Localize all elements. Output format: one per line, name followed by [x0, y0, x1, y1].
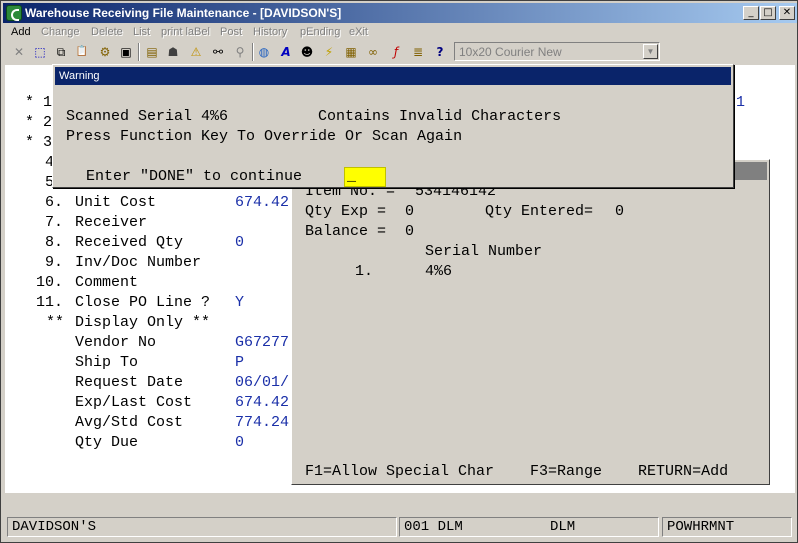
title-bar[interactable]: Warehouse Receiving File Maintenance - […	[3, 3, 797, 23]
menu-add[interactable]: Add	[11, 26, 31, 38]
copy-icon[interactable]: ⧉	[51, 42, 71, 62]
close-po-line-label: Close PO Line ?	[75, 294, 211, 311]
toolbar-separator	[138, 43, 140, 61]
menu-delete[interactable]: Delete	[91, 26, 123, 38]
search-icon[interactable]: ⚲	[230, 42, 250, 62]
field-number: 7.	[45, 214, 64, 231]
menu-history[interactable]: History	[253, 26, 287, 38]
close-button[interactable]: ✕	[779, 6, 795, 20]
warning-dialog: Warning Scanned Serial 4%6 Contains Inva…	[52, 64, 734, 188]
ship-to-label: Ship To	[75, 354, 139, 371]
select-icon[interactable]: ⬚	[30, 42, 50, 62]
paste-icon[interactable]: 📋	[72, 42, 92, 62]
warning-dialog-title[interactable]: Warning	[55, 67, 731, 85]
serial-number-header: Serial Number	[425, 243, 543, 260]
close-po-line-value: Y	[235, 294, 245, 311]
balance-label: Balance =	[305, 223, 387, 240]
function-icon[interactable]: ƒ	[386, 42, 406, 62]
list-icon[interactable]: ≣	[408, 42, 428, 62]
done-input-field[interactable]: _	[344, 167, 386, 187]
field-number: 11.	[36, 294, 64, 311]
inv-doc-number-label: Inv/Doc Number	[75, 254, 202, 271]
field-line-2-number: * 2	[25, 114, 53, 131]
notes-icon[interactable]: ▤	[142, 42, 162, 62]
qty-exp-value: 0	[405, 203, 415, 220]
field-number: 8.	[45, 234, 64, 251]
vendor-no-value: G67277	[235, 334, 290, 351]
warning-message-line2: Press Function Key To Override Or Scan A…	[66, 128, 463, 145]
cancel-icon[interactable]: ✕	[9, 42, 29, 62]
received-qty-value: 0	[235, 234, 245, 251]
toolbar: ✕ ⬚ ⧉ 📋 ⚙ ▣ ▤ ☗ ⚠ ⚯ ⚲ ◍ A ☻ ⚡ ▦ ∞ ƒ ≣ ? …	[3, 41, 797, 63]
request-date-value: 06/01/	[235, 374, 290, 391]
link-icon[interactable]: ∞	[363, 42, 383, 62]
vendor-no-label: Vendor No	[75, 334, 157, 351]
right-edge-value: 1	[736, 94, 746, 111]
menu-bar: Add Change Delete List print laBel Post …	[3, 24, 797, 42]
app-window: Warehouse Receiving File Maintenance - […	[0, 0, 798, 543]
display-only-heading: Display Only **	[75, 314, 211, 331]
app-icon[interactable]	[6, 5, 22, 21]
qty-due-value: 0	[235, 434, 245, 451]
maximize-button[interactable]: □	[760, 6, 776, 20]
menu-exit[interactable]: eXit	[349, 26, 368, 38]
field-number: 9.	[45, 254, 64, 271]
received-qty-label: Received Qty	[75, 234, 184, 251]
user-info-icon[interactable]: ☗	[163, 42, 183, 62]
alert-icon[interactable]: ⚠	[186, 42, 206, 62]
window-title: Warehouse Receiving File Maintenance - […	[25, 6, 342, 20]
settings-icon[interactable]: ⚙	[95, 42, 115, 62]
status-program: POWHRMNT	[662, 517, 792, 537]
font-selector-value: 10x20 Courier New	[459, 45, 562, 59]
function-key-footer: F1=Allow Special Char F3=Range RETURN=Ad…	[305, 463, 729, 480]
done-prompt: Enter "DONE" to continue	[86, 168, 303, 185]
menu-pending[interactable]: pEnding	[300, 26, 340, 38]
field-number: 6.	[45, 194, 64, 211]
screen-icon[interactable]: ▣	[116, 42, 136, 62]
serial-entry-panel: Item No. = 534146142 Qty Exp = 0 Qty Ent…	[291, 159, 770, 485]
qty-exp-label: Qty Exp =	[305, 203, 387, 220]
balance-value: 0	[405, 223, 415, 240]
person-icon[interactable]: ☻	[297, 42, 317, 62]
request-date-label: Request Date	[75, 374, 184, 391]
menu-print-label[interactable]: print laBel	[161, 26, 210, 38]
display-only-marker: **	[46, 314, 65, 331]
unit-cost-value: 674.42	[235, 194, 290, 211]
status-company: DAVIDSON'S	[7, 517, 397, 537]
serial-row-index: 1.	[355, 263, 374, 280]
warning-message-line1: Scanned Serial 4%6 Contains Invalid Char…	[66, 108, 562, 125]
avg-std-cost-value: 774.24	[235, 414, 290, 431]
status-location: 001 DLM DLM	[399, 517, 659, 537]
exp-last-cost-label: Exp/Last Cost	[75, 394, 193, 411]
minimize-button[interactable]: _	[743, 6, 759, 20]
receiver-label: Receiver	[75, 214, 148, 231]
binoculars-icon[interactable]: ⚯	[208, 42, 228, 62]
lightning-icon[interactable]: ⚡	[319, 42, 339, 62]
qty-entered-value: 0	[615, 203, 625, 220]
avg-std-cost-label: Avg/Std Cost	[75, 414, 184, 431]
font-icon[interactable]: A	[276, 42, 296, 62]
ship-to-value: P	[235, 354, 245, 371]
qty-entered-label: Qty Entered=	[485, 203, 594, 220]
unit-cost-label: Unit Cost	[75, 194, 157, 211]
globe-icon[interactable]: ◍	[254, 42, 274, 62]
menu-change[interactable]: Change	[41, 26, 80, 38]
status-bar: DAVIDSON'S 001 DLM DLM POWHRMNT	[3, 515, 797, 539]
help-pointer-icon[interactable]: ?	[430, 42, 450, 62]
field-line-1-number: * 1	[25, 94, 53, 111]
font-selector[interactable]: 10x20 Courier New ▼	[454, 42, 660, 61]
menu-list[interactable]: List	[133, 26, 150, 38]
qty-due-label: Qty Due	[75, 434, 139, 451]
exp-last-cost-value: 674.42	[235, 394, 290, 411]
field-number: 10.	[36, 274, 64, 291]
status-location-text: 001 DLM	[404, 519, 463, 535]
calc-icon[interactable]: ▦	[341, 42, 361, 62]
chevron-down-icon[interactable]: ▼	[643, 44, 658, 59]
status-user: DLM	[550, 519, 576, 535]
serial-row-value[interactable]: 4%6	[425, 262, 452, 282]
comment-label: Comment	[75, 274, 139, 291]
menu-post[interactable]: Post	[220, 26, 242, 38]
field-line-3-number: * 3	[25, 134, 53, 151]
